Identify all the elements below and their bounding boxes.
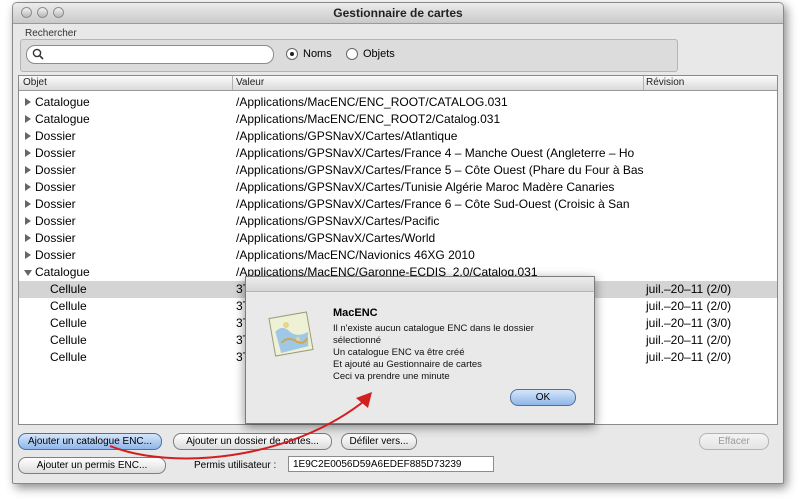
alert-dialog: MacENC Il n'existe aucun catalogue ENC d… bbox=[245, 276, 595, 424]
row-objet: Dossier bbox=[35, 163, 76, 177]
table-row[interactable]: Dossier /Applications/GPSNavX/Cartes/Fra… bbox=[19, 162, 777, 179]
dialog-message-line: Il n'existe aucun catalogue ENC dans le … bbox=[333, 323, 534, 334]
table-row[interactable]: Dossier /Applications/MacENC/Navionics 4… bbox=[19, 247, 777, 264]
title-bar: Gestionnaire de cartes bbox=[13, 3, 783, 24]
row-objet: Cellule bbox=[50, 350, 87, 364]
row-objet: Cellule bbox=[50, 316, 87, 330]
radio-noms-label: Noms bbox=[303, 48, 332, 60]
row-revision: juil.–20–11 (2/0) bbox=[646, 299, 732, 313]
column-divider bbox=[232, 76, 233, 90]
search-label: Rechercher bbox=[25, 28, 77, 39]
row-valeur: /Applications/GPSNavX/Cartes/France 4 – … bbox=[236, 146, 635, 160]
row-valeur: /Applications/GPSNavX/Cartes/Atlantique bbox=[236, 129, 458, 143]
disclosure-triangle-icon[interactable] bbox=[25, 251, 31, 259]
row-valeur: /Applications/GPSNavX/Cartes/France 6 – … bbox=[236, 197, 630, 211]
disclosure-triangle-icon[interactable] bbox=[25, 115, 31, 123]
search-icon bbox=[32, 48, 44, 60]
table-row[interactable]: Dossier /Applications/GPSNavX/Cartes/Tun… bbox=[19, 179, 777, 196]
row-objet: Dossier bbox=[35, 248, 76, 262]
table-row[interactable]: Dossier /Applications/GPSNavX/Cartes/Fra… bbox=[19, 196, 777, 213]
add-enc-catalog-button[interactable]: Ajouter un catalogue ENC... bbox=[18, 433, 162, 450]
disclosure-triangle-icon[interactable] bbox=[25, 132, 31, 140]
scroll-to-button[interactable]: Défiler vers... bbox=[341, 433, 417, 450]
search-input[interactable] bbox=[26, 45, 274, 64]
row-objet: Cellule bbox=[50, 333, 87, 347]
row-objet: Dossier bbox=[35, 129, 76, 143]
add-chart-folder-button[interactable]: Ajouter un dossier de cartes... bbox=[173, 433, 332, 450]
row-valeur: /Applications/GPSNavX/Cartes/France 5 – … bbox=[236, 163, 644, 177]
table-row[interactable]: Dossier /Applications/GPSNavX/Cartes/Pac… bbox=[19, 213, 777, 230]
row-revision: juil.–20–11 (2/0) bbox=[646, 350, 732, 364]
column-valeur[interactable]: Valeur bbox=[236, 77, 264, 88]
row-objet: Catalogue bbox=[35, 112, 90, 126]
user-permit-field[interactable]: 1E9C2E0056D59A6EDEF885D73239 bbox=[288, 456, 494, 472]
row-objet: Dossier bbox=[35, 197, 76, 211]
row-valeur: /Applications/MacENC/ENC_ROOT/CATALOG.03… bbox=[236, 95, 508, 109]
row-objet: Dossier bbox=[35, 180, 76, 194]
dialog-message-line: Un catalogue ENC va être créé bbox=[333, 347, 465, 358]
row-valeur: /Applications/GPSNavX/Cartes/World bbox=[236, 231, 436, 245]
row-objet: Dossier bbox=[35, 231, 76, 245]
dialog-message-line: Et ajouté au Gestionnaire de cartes bbox=[333, 359, 482, 370]
row-revision: juil.–20–11 (2/0) bbox=[646, 282, 732, 296]
disclosure-triangle-open-icon[interactable] bbox=[24, 270, 32, 276]
disclosure-triangle-icon[interactable] bbox=[25, 183, 31, 191]
row-objet: Cellule bbox=[50, 282, 87, 296]
row-objet: Cellule bbox=[50, 299, 87, 313]
radio-noms[interactable] bbox=[286, 48, 298, 60]
row-valeur: /Applications/MacENC/Navionics 46XG 2010 bbox=[236, 248, 475, 262]
disclosure-triangle-icon[interactable] bbox=[25, 200, 31, 208]
ok-button[interactable]: OK bbox=[510, 389, 576, 406]
dialog-title: MacENC bbox=[333, 307, 378, 319]
disclosure-triangle-icon[interactable] bbox=[25, 166, 31, 174]
row-objet: Catalogue bbox=[35, 265, 90, 279]
disclosure-triangle-icon[interactable] bbox=[25, 149, 31, 157]
row-objet: Dossier bbox=[35, 146, 76, 160]
row-revision: juil.–20–11 (3/0) bbox=[646, 316, 732, 330]
radio-objets-label: Objets bbox=[363, 48, 395, 60]
dialog-message-line: sélectionné bbox=[333, 335, 382, 346]
table-row[interactable]: Dossier /Applications/GPSNavX/Cartes/Fra… bbox=[19, 145, 777, 162]
table-row[interactable]: Dossier /Applications/GPSNavX/Cartes/Atl… bbox=[19, 128, 777, 145]
row-valeur: /Applications/GPSNavX/Cartes/Tunisie Alg… bbox=[236, 180, 615, 194]
radio-objets[interactable] bbox=[346, 48, 358, 60]
dialog-title-bar bbox=[246, 277, 594, 292]
table-header: Objet Valeur Révision bbox=[19, 76, 777, 91]
table-row[interactable]: Catalogue /Applications/MacENC/ENC_ROOT/… bbox=[19, 94, 777, 111]
user-permit-label: Permis utilisateur : bbox=[194, 460, 277, 471]
row-valeur: /Applications/MacENC/ENC_ROOT2/Catalog.0… bbox=[236, 112, 501, 126]
row-revision: juil.–20–11 (2/0) bbox=[646, 333, 732, 347]
dialog-message-line: Ceci va prendre une minute bbox=[333, 371, 450, 382]
disclosure-triangle-icon[interactable] bbox=[25, 234, 31, 242]
table-row[interactable]: Dossier /Applications/GPSNavX/Cartes/Wor… bbox=[19, 230, 777, 247]
row-objet: Catalogue bbox=[35, 95, 90, 109]
table-row[interactable]: Catalogue /Applications/MacENC/ENC_ROOT2… bbox=[19, 111, 777, 128]
column-objet[interactable]: Objet bbox=[23, 77, 47, 88]
add-enc-permit-button[interactable]: Ajouter un permis ENC... bbox=[18, 457, 166, 474]
window-title: Gestionnaire de cartes bbox=[333, 6, 463, 20]
search-group: Noms Objets bbox=[20, 39, 678, 72]
column-divider bbox=[643, 76, 644, 90]
row-objet: Dossier bbox=[35, 214, 76, 228]
disclosure-triangle-icon[interactable] bbox=[25, 217, 31, 225]
disclosure-triangle-icon[interactable] bbox=[25, 98, 31, 106]
column-revision[interactable]: Révision bbox=[646, 77, 684, 88]
nautical-chart-icon bbox=[268, 311, 314, 357]
clear-button[interactable]: Effacer bbox=[699, 433, 769, 450]
row-valeur: /Applications/GPSNavX/Cartes/Pacific bbox=[236, 214, 440, 228]
